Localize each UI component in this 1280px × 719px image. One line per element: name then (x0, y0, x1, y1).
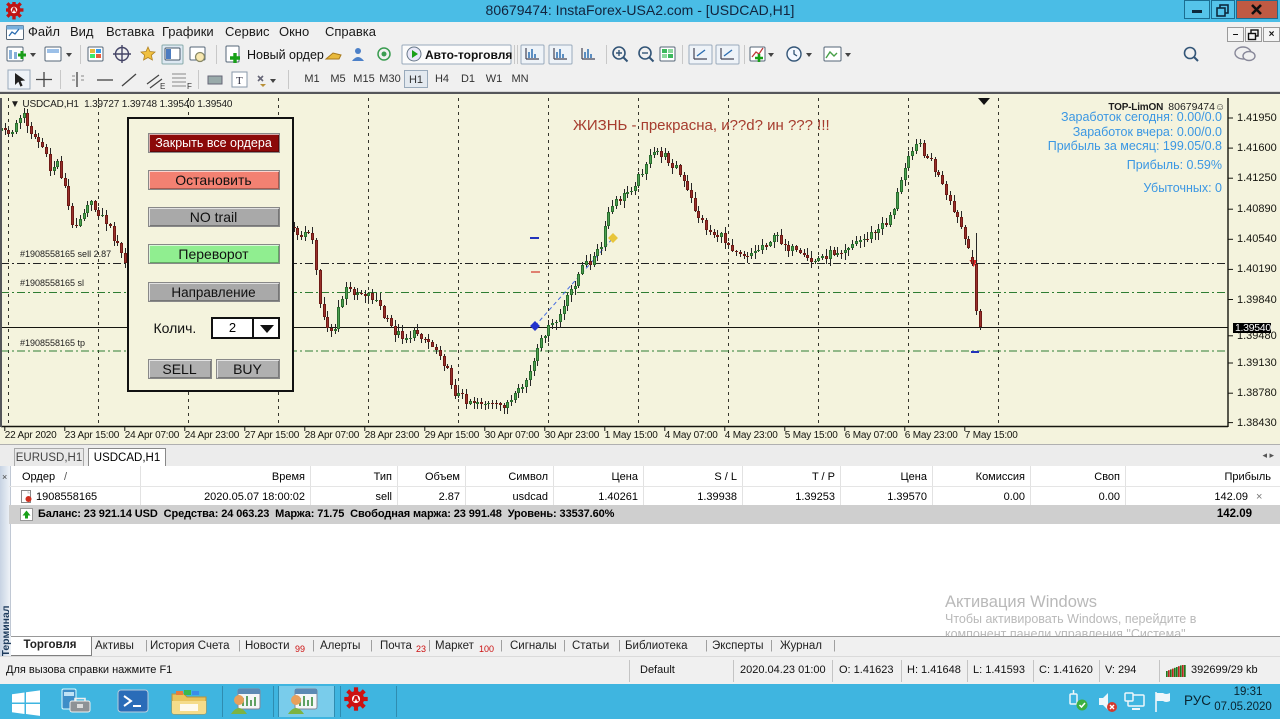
svg-text:E: E (160, 82, 165, 91)
svg-text:T: T (236, 75, 243, 87)
svg-text:F: F (187, 82, 192, 91)
svg-text:Новый ордер: Новый ордер (247, 48, 324, 62)
svg-text:Авто-торговля: Авто-торговля (425, 48, 512, 62)
